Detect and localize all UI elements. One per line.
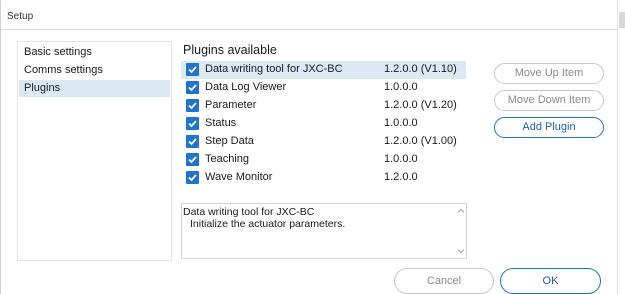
checkmark-icon (188, 120, 197, 128)
ok-button[interactable]: OK (500, 268, 601, 294)
checkmark-icon (188, 66, 197, 74)
plugin-version: 1.2.0.0 (384, 171, 418, 183)
plugin-checkbox[interactable] (186, 99, 199, 112)
plugin-version: 1.2.0.0 (V1.00) (384, 135, 457, 147)
window-title: Setup (7, 11, 34, 22)
plugin-version: 1.0.0.0 (384, 153, 418, 165)
title-bar: Setup (1, 0, 617, 30)
plugin-checkbox[interactable] (186, 135, 199, 148)
description-title: Data writing tool for JXC-BC (183, 206, 315, 218)
plugin-version: 1.2.0.0 (V1.20) (384, 99, 457, 111)
setup-dialog: Setup Basic settings Comms settings Plug… (0, 0, 625, 294)
plugin-checkbox[interactable] (186, 81, 199, 94)
cancel-button[interactable]: Cancel (394, 268, 494, 294)
checkmark-icon (188, 102, 197, 110)
nav-item-comms-settings[interactable]: Comms settings (19, 62, 170, 79)
plugin-list: Data writing tool for JXC-BC 1.2.0.0 (V1… (181, 61, 466, 191)
plugin-row[interactable]: Wave Monitor 1.2.0.0 (181, 169, 466, 187)
plugin-name: Data writing tool for JXC-BC (205, 63, 343, 75)
plugin-name: Teaching (205, 153, 250, 165)
plugin-row[interactable]: Status 1.0.0.0 (181, 115, 466, 133)
nav-item-plugins[interactable]: Plugins (19, 80, 170, 97)
window-edge (617, 0, 625, 294)
plugin-version: 1.0.0.0 (384, 117, 418, 129)
plugin-name: Parameter (205, 99, 257, 111)
chevron-up-icon[interactable] (456, 206, 466, 216)
plugins-heading: Plugins available (183, 43, 277, 57)
move-down-item-button[interactable]: Move Down Item (494, 90, 604, 111)
plugin-checkbox[interactable] (186, 117, 199, 130)
plugin-name: Status (205, 117, 237, 129)
plugin-description-box[interactable]: Data writing tool for JXC-BC Initialize … (181, 203, 467, 259)
plugin-row[interactable]: Step Data 1.2.0.0 (V1.00) (181, 133, 466, 151)
checkmark-icon (188, 156, 197, 164)
description-text: Initialize the actuator parameters. (190, 218, 346, 230)
settings-nav: Basic settings Comms settings Plugins (17, 41, 172, 261)
window-edge-handle (619, 12, 625, 28)
plugin-name: Data Log Viewer (205, 81, 287, 93)
plugin-checkbox[interactable] (186, 171, 199, 184)
plugin-version: 1.0.0.0 (384, 81, 418, 93)
move-up-item-button[interactable]: Move Up Item (494, 63, 604, 84)
plugin-name: Wave Monitor (205, 171, 273, 183)
plugin-checkbox[interactable] (186, 63, 199, 76)
plugin-checkbox[interactable] (186, 153, 199, 166)
plugin-row[interactable]: Data writing tool for JXC-BC 1.2.0.0 (V1… (181, 61, 466, 79)
nav-item-basic-settings[interactable]: Basic settings (19, 44, 170, 61)
chevron-down-icon[interactable] (456, 246, 466, 256)
plugin-version: 1.2.0.0 (V1.10) (384, 63, 457, 75)
checkmark-icon (188, 84, 197, 92)
plugin-row[interactable]: Parameter 1.2.0.0 (V1.20) (181, 97, 466, 115)
checkmark-icon (188, 138, 197, 146)
add-plugin-button[interactable]: Add Plugin (494, 117, 604, 138)
checkmark-icon (188, 174, 197, 182)
plugin-name: Step Data (205, 135, 254, 147)
plugin-row[interactable]: Teaching 1.0.0.0 (181, 151, 466, 169)
plugin-row[interactable]: Data Log Viewer 1.0.0.0 (181, 79, 466, 97)
